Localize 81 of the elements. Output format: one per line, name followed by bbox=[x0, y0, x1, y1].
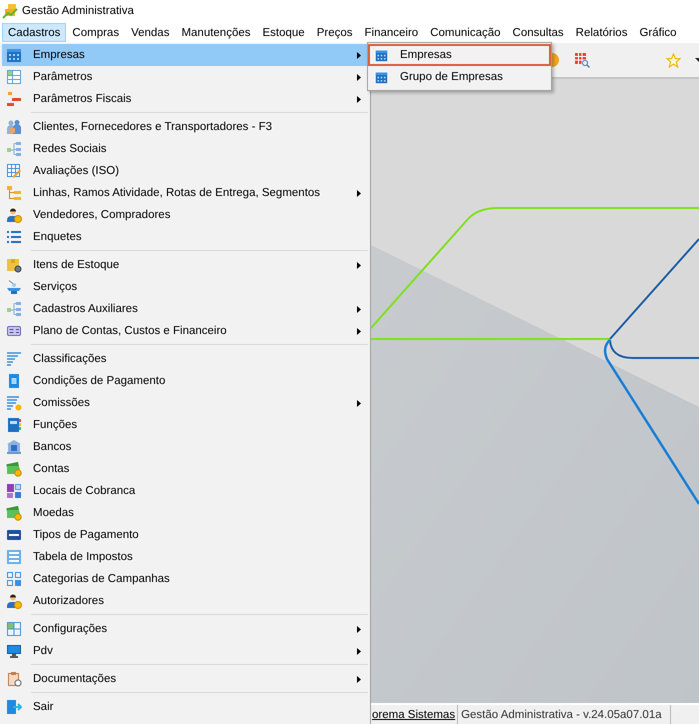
person-coin-icon bbox=[6, 207, 22, 223]
list-icon bbox=[6, 229, 22, 245]
menu-item[interactable]: Enquetes bbox=[2, 226, 368, 248]
menu-item[interactable]: Locais de Cobranca bbox=[2, 480, 368, 502]
menu-bar-item[interactable]: Compras bbox=[66, 23, 126, 42]
menu-item[interactable]: Autorizadores bbox=[2, 590, 368, 612]
menu-item[interactable]: Moedas bbox=[2, 502, 368, 524]
menu-item[interactable]: Documentações bbox=[2, 668, 368, 690]
menu-bar-item[interactable]: Estoque bbox=[256, 23, 311, 42]
clipboard-icon bbox=[6, 671, 22, 687]
building-icon bbox=[375, 70, 388, 84]
menu-item[interactable]: Vendedores, Compradores bbox=[2, 204, 368, 226]
person-coin-icon bbox=[6, 593, 22, 609]
squares-grid-icon bbox=[6, 571, 22, 587]
menu-item[interactable]: Serviços bbox=[2, 276, 368, 298]
menu-item[interactable]: Avaliações (ISO) bbox=[2, 160, 368, 182]
grid-pencil-icon bbox=[6, 163, 22, 179]
menu-item[interactable]: Parâmetros bbox=[2, 66, 368, 88]
menu-item[interactable]: Contas bbox=[2, 458, 368, 480]
menu-item[interactable]: Redes Sociais bbox=[2, 138, 368, 160]
banknote-coin-icon bbox=[6, 505, 22, 521]
menu-item[interactable]: Classificações bbox=[2, 348, 368, 370]
menu-item[interactable]: Configurações bbox=[2, 618, 368, 640]
grid-magnifier-icon[interactable] bbox=[574, 52, 590, 68]
menu-item[interactable]: Comissões bbox=[2, 392, 368, 414]
menu-item[interactable]: Condições de Pagamento bbox=[2, 370, 368, 392]
status-link[interactable]: orema Sistemas bbox=[372, 708, 456, 720]
network-icon bbox=[6, 141, 22, 157]
people-icon bbox=[6, 119, 22, 135]
payment-card-icon bbox=[6, 527, 22, 543]
menu-bar-item[interactable]: Gráfico bbox=[633, 23, 683, 42]
menu-bar-item[interactable]: Financeiro bbox=[358, 23, 424, 42]
menu-bar-item[interactable]: Manutenções bbox=[175, 23, 256, 42]
building-icon bbox=[375, 48, 388, 62]
star-icon[interactable] bbox=[666, 52, 681, 68]
network-icon bbox=[6, 301, 22, 317]
monitor-icon bbox=[6, 643, 22, 659]
bars-icon bbox=[6, 91, 22, 107]
menu-item[interactable]: Empresas bbox=[368, 44, 551, 66]
bank-icon bbox=[6, 439, 22, 455]
table-icon bbox=[6, 69, 22, 85]
menu-item[interactable]: Categorias de Campanhas bbox=[2, 568, 368, 590]
window-title: Gestão Administrativa bbox=[22, 5, 134, 17]
menu-item[interactable]: Bancos bbox=[2, 436, 368, 458]
document-icon bbox=[6, 373, 22, 389]
menu-item[interactable]: Cadastros Auxiliares bbox=[2, 298, 368, 320]
table-icon bbox=[6, 621, 22, 637]
box-gear-icon bbox=[6, 257, 22, 273]
menu-bar-item[interactable]: Comunicação bbox=[424, 23, 507, 42]
caret-icon[interactable] bbox=[695, 58, 699, 62]
status-text: Gestão Administrativa - v.24.05a07.01a bbox=[461, 708, 662, 720]
menu-item[interactable]: Linhas, Ramos Atividade, Rotas de Entrega, Segmentos bbox=[2, 182, 368, 204]
tree-icon bbox=[6, 185, 22, 201]
app-logo-icon bbox=[2, 3, 18, 19]
semicircle-icon[interactable] bbox=[552, 52, 560, 68]
menu-bar-item[interactable]: Relatórios bbox=[570, 23, 634, 42]
menu-bar-item[interactable]: Cadastros bbox=[2, 23, 66, 42]
menu-item[interactable]: Tipos de Pagamento bbox=[2, 524, 368, 546]
lines-icon bbox=[6, 351, 22, 367]
card-icon bbox=[6, 323, 22, 339]
menu-item[interactable]: Sair bbox=[2, 696, 368, 718]
banknote-coin-icon bbox=[6, 461, 22, 477]
menu-item[interactable]: Parâmetros Fiscais bbox=[2, 88, 368, 110]
book-icon bbox=[6, 417, 22, 433]
squares-icon bbox=[6, 483, 22, 499]
menu-bar-item[interactable]: Preços bbox=[310, 23, 358, 42]
menu-item[interactable]: Empresas bbox=[2, 44, 368, 66]
menu-item[interactable]: Itens de Estoque bbox=[2, 254, 368, 276]
building-icon bbox=[6, 47, 22, 63]
menu-item[interactable]: Plano de Contas, Custos e Financeiro bbox=[2, 320, 368, 342]
exit-icon bbox=[6, 699, 22, 715]
menu-item[interactable]: Clientes, Fornecedores e Transportadores - F3 bbox=[2, 116, 368, 138]
menu-item[interactable]: Funções bbox=[2, 414, 368, 436]
menu-item[interactable]: Tabela de Impostos bbox=[2, 546, 368, 568]
list-document-icon bbox=[6, 549, 22, 565]
list-coin-icon bbox=[6, 395, 22, 411]
menu-bar-item[interactable]: Vendas bbox=[125, 23, 176, 42]
menu-bar-item[interactable]: Consultas bbox=[506, 23, 570, 42]
menu-item[interactable]: Grupo de Empresas bbox=[368, 66, 551, 88]
menu-item[interactable]: Pdv bbox=[2, 640, 368, 662]
bowl-icon bbox=[6, 279, 22, 295]
